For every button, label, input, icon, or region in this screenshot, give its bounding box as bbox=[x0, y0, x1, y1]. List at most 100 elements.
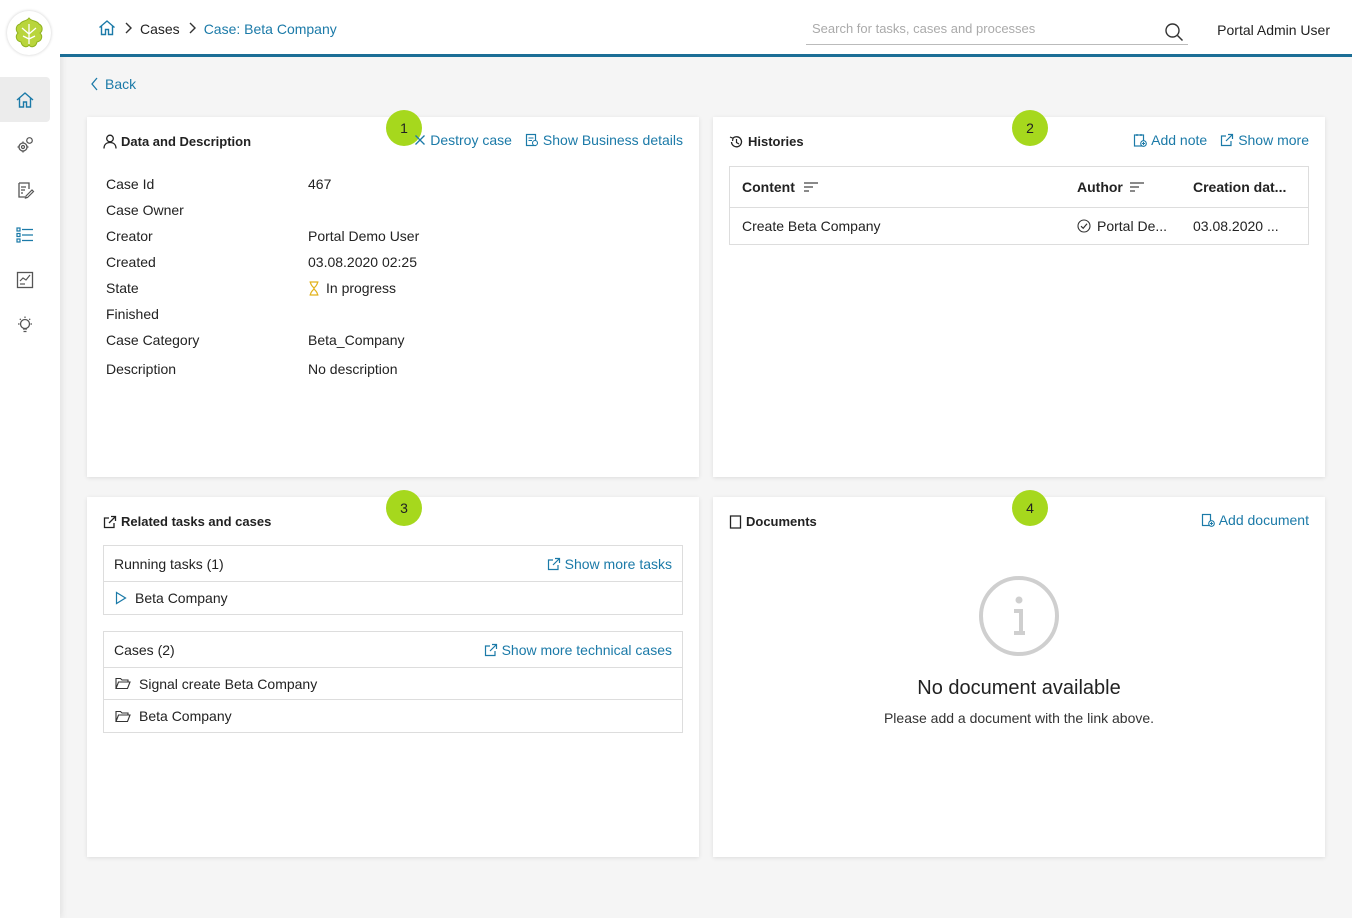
list-item[interactable]: Signal create Beta Company bbox=[104, 668, 682, 700]
nav-cases[interactable] bbox=[0, 212, 50, 257]
search-icon[interactable] bbox=[1164, 22, 1184, 45]
detail-row-description: Description No description bbox=[106, 356, 666, 382]
hourglass-icon bbox=[309, 280, 319, 296]
table-row[interactable]: Create Beta Company Portal De... 03.08.2… bbox=[730, 208, 1308, 244]
card-title: Histories bbox=[729, 134, 804, 149]
detail-row-created: Created 03.08.2020 02:25 bbox=[106, 249, 666, 275]
detail-row-finished: Finished bbox=[106, 301, 666, 327]
chevron-left-icon bbox=[91, 77, 98, 91]
case-name: Signal create Beta Company bbox=[139, 675, 318, 692]
breadcrumb-home[interactable] bbox=[98, 19, 116, 39]
breadcrumb: Cases Case: Beta Company bbox=[98, 19, 337, 39]
column-header-date[interactable]: Creation dat... bbox=[1193, 179, 1308, 195]
case-name: Beta Company bbox=[139, 708, 232, 724]
case-details: Case Id 467 Case Owner Creator Portal Demo… bbox=[106, 171, 666, 382]
nav-processes[interactable] bbox=[0, 122, 50, 167]
detail-key: Case Category bbox=[106, 332, 200, 348]
sort-icon bbox=[803, 182, 818, 192]
user-icon bbox=[103, 134, 117, 149]
detail-key: Creator bbox=[106, 228, 153, 244]
nav-ideas[interactable] bbox=[0, 302, 50, 347]
show-business-details-button[interactable]: Show Business details bbox=[525, 132, 683, 148]
breadcrumb-cases[interactable]: Cases bbox=[140, 21, 180, 37]
detail-key: State bbox=[106, 280, 139, 296]
histories-card: 2 Histories Add note Show more Content A… bbox=[713, 110, 1325, 477]
detail-value: No description bbox=[308, 361, 398, 377]
add-note-button[interactable]: Add note bbox=[1133, 132, 1207, 148]
destroy-case-label: Destroy case bbox=[430, 132, 512, 148]
running-tasks-header: Running tasks (1) Show more tasks bbox=[104, 546, 682, 582]
external-link-icon bbox=[103, 515, 117, 528]
destroy-case-button[interactable]: Destroy case bbox=[414, 132, 512, 148]
card-title-text: Histories bbox=[748, 134, 804, 149]
detail-key: Case Id bbox=[106, 176, 155, 192]
user-menu[interactable]: Portal Admin User bbox=[1217, 22, 1330, 38]
nav-dashboard[interactable] bbox=[0, 77, 50, 122]
detail-key: Finished bbox=[106, 306, 159, 322]
back-button[interactable]: Back bbox=[90, 76, 136, 92]
statistics-icon bbox=[16, 271, 34, 288]
show-more-technical-cases-button[interactable]: Show more technical cases bbox=[484, 642, 672, 658]
logo[interactable] bbox=[7, 11, 51, 55]
lightbulb-icon bbox=[18, 316, 32, 332]
cases-header: Cases (2) Show more technical cases bbox=[104, 632, 682, 668]
detail-value: 03.08.2020 02:25 bbox=[308, 254, 417, 270]
show-more-tasks-button[interactable]: Show more tasks bbox=[547, 556, 672, 572]
list-item[interactable]: Beta Company bbox=[104, 582, 682, 614]
ivy-leaf-logo-icon bbox=[15, 17, 43, 48]
chevron-right-icon bbox=[124, 22, 132, 37]
step-badge: 4 bbox=[1012, 490, 1048, 526]
add-document-icon bbox=[1201, 513, 1215, 527]
info-icon bbox=[979, 576, 1059, 656]
top-header: Cases Case: Beta Company Portal Admin Us… bbox=[60, 0, 1352, 57]
card-actions: Add note Show more bbox=[1133, 132, 1309, 148]
detail-value: 467 bbox=[308, 176, 332, 192]
detail-row-creator: Creator Portal Demo User bbox=[106, 223, 666, 249]
nav-tasks[interactable] bbox=[0, 167, 50, 212]
step-badge: 2 bbox=[1012, 110, 1048, 146]
play-icon bbox=[115, 591, 127, 605]
card-title-text: Data and Description bbox=[121, 134, 252, 149]
card-title-text: Documents bbox=[746, 514, 817, 529]
document-icon bbox=[729, 514, 742, 529]
cases-block: Cases (2) Show more technical cases Sign… bbox=[103, 631, 683, 733]
show-more-history-button[interactable]: Show more bbox=[1220, 132, 1309, 148]
history-content: Create Beta Company bbox=[742, 218, 881, 234]
home-icon bbox=[16, 91, 34, 108]
folder-open-icon bbox=[115, 710, 131, 722]
add-document-label: Add document bbox=[1218, 512, 1309, 528]
show-more-tasks-label: Show more tasks bbox=[564, 555, 672, 572]
list-item[interactable]: Beta Company bbox=[104, 700, 682, 732]
column-header-content[interactable]: Content bbox=[730, 179, 1077, 195]
gears-icon bbox=[17, 136, 33, 152]
sidebar bbox=[0, 0, 60, 918]
detail-key: Description bbox=[106, 361, 177, 377]
history-icon bbox=[729, 135, 743, 147]
empty-subtitle: Please add a document with the link abov… bbox=[883, 710, 1155, 726]
data-description-card: 1 Data and Description Destroy case Show… bbox=[87, 110, 699, 477]
add-document-button[interactable]: Add document bbox=[1201, 512, 1309, 528]
detail-key: Created bbox=[106, 254, 156, 270]
add-note-label: Add note bbox=[1151, 132, 1208, 148]
search-input[interactable] bbox=[806, 18, 1146, 39]
column-header-author[interactable]: Author bbox=[1077, 179, 1193, 195]
folder-open-icon bbox=[115, 677, 131, 690]
cases-title: Cases (2) bbox=[114, 641, 175, 658]
card-title: Documents bbox=[729, 514, 817, 529]
sort-icon bbox=[1129, 182, 1144, 192]
card-title: Related tasks and cases bbox=[103, 514, 271, 529]
card-title: Data and Description bbox=[103, 134, 251, 149]
card-title-text: Related tasks and cases bbox=[121, 514, 272, 529]
history-table-header: Content Author Creation dat... bbox=[730, 167, 1308, 208]
history-table: Content Author Creation dat... Create Be… bbox=[729, 166, 1309, 245]
author-name: Portal De... bbox=[1097, 218, 1168, 234]
history-author: Portal De... bbox=[1077, 218, 1193, 234]
detail-row-category: Case Category Beta_Company bbox=[106, 327, 666, 353]
home-icon bbox=[99, 20, 115, 36]
detail-value: In progress bbox=[308, 280, 396, 296]
state-text: In progress bbox=[326, 280, 397, 296]
breadcrumb-current[interactable]: Case: Beta Company bbox=[204, 21, 337, 37]
nav-statistics[interactable] bbox=[0, 257, 50, 302]
task-edit-icon bbox=[18, 181, 35, 199]
external-link-icon bbox=[1221, 133, 1234, 147]
